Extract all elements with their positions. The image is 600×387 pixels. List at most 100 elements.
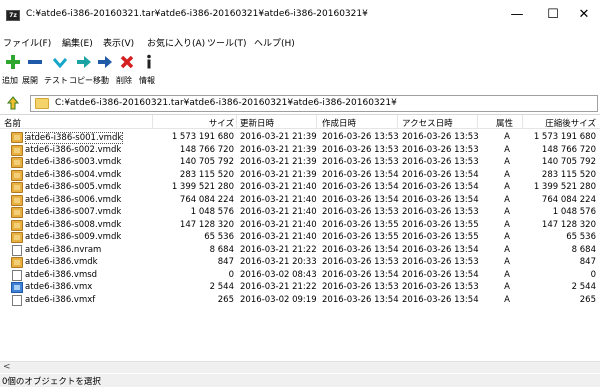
file-size: 147 128 320 — [179, 219, 234, 230]
info-label[interactable]: 情報 — [139, 75, 155, 86]
file-packed-size: 283 115 520 — [541, 169, 596, 180]
file-size: 1 048 576 — [190, 207, 234, 217]
file-created: 2016-03-26 13:53 — [322, 157, 399, 167]
file-row[interactable]: atde6-i386.vmx 2 544 2016-03-21 21:22 2016-… — [0, 281, 600, 294]
file-attributes: A — [504, 219, 510, 230]
minimize-button[interactable]: — — [497, 4, 537, 26]
delete-button[interactable] — [118, 54, 136, 70]
info-button[interactable] — [140, 54, 158, 70]
file-accessed: 2016-03-26 13:55 — [402, 232, 479, 242]
file-row[interactable]: atde6-i386-s005.vmdk 1 399 521 280 2016-03… — [0, 181, 600, 194]
add-button[interactable] — [4, 54, 22, 70]
file-created: 2016-03-26 13:53 — [322, 257, 399, 267]
blank-file-icon — [12, 244, 22, 256]
up-folder-icon[interactable] — [6, 96, 20, 110]
file-name: atde6-i386.vmsd — [25, 269, 98, 280]
file-modified: 2016-03-21 21:39 — [240, 169, 317, 180]
menu-edit[interactable]: 編集(E) — [62, 36, 93, 49]
file-packed-size: 8 684 — [571, 244, 596, 255]
vmx-config-file-icon — [11, 282, 23, 293]
file-accessed: 2016-03-26 13:55 — [402, 219, 479, 230]
close-button[interactable]: ✕ — [569, 4, 599, 26]
menu-view[interactable]: 表示(V) — [103, 36, 134, 49]
test-icon — [52, 58, 68, 69]
delete-label[interactable]: 削除 — [116, 75, 132, 86]
column-divider[interactable] — [397, 115, 398, 129]
maximize-button[interactable]: ☐ — [533, 4, 573, 26]
file-accessed: 2016-03-26 13:53 — [402, 132, 479, 142]
file-modified: 2016-03-21 21:22 — [240, 282, 317, 292]
file-accessed: 2016-03-26 13:54 — [402, 194, 479, 205]
file-row[interactable]: atde6-i386.vmsd 0 2016-03-02 08:43 2016-03-… — [0, 269, 600, 282]
menu-favorites[interactable]: お気に入り(A) — [147, 36, 205, 49]
menu-tools[interactable]: ツール(T) — [207, 36, 247, 49]
column-divider[interactable] — [152, 115, 153, 129]
file-size: 0 — [228, 269, 234, 280]
file-row[interactable]: atde6-i386.vmdk 847 2016-03-21 20:33 2016-0… — [0, 256, 600, 269]
menu-file[interactable]: ファイル(F) — [3, 36, 51, 49]
file-name: atde6-i386.nvram — [25, 244, 102, 255]
disk-image-file-icon — [11, 132, 23, 143]
path-field[interactable]: C:¥atde6-i386-20160321.tar¥atde6-i386-20… — [30, 95, 598, 112]
column-header-created[interactable]: 作成日時 — [322, 117, 356, 129]
file-created: 2016-03-26 13:54 — [322, 194, 399, 205]
test-label[interactable]: テスト — [44, 75, 68, 86]
file-list[interactable]: 名前 サイズ 更新日時 作成日時 アクセス日時 属性 圧縮後サイズ atde6-… — [0, 114, 600, 360]
file-packed-size: 1 573 191 680 — [533, 132, 596, 142]
file-row[interactable]: atde6-i386-s006.vmdk 764 084 224 2016-03-2… — [0, 194, 600, 207]
file-created: 2016-03-26 13:54 — [322, 169, 399, 180]
file-modified: 2016-03-21 21:22 — [240, 244, 317, 255]
move-button[interactable] — [96, 54, 114, 70]
file-modified: 2016-03-21 21:40 — [240, 219, 317, 230]
column-divider[interactable] — [316, 115, 317, 129]
window-title: C:¥atde6-i386-20160321.tar¥atde6-i386-20… — [26, 9, 368, 19]
extract-button[interactable] — [26, 54, 44, 70]
file-row[interactable]: atde6-i386-s001.vmdk 1 573 191 680 2016-03… — [0, 131, 600, 144]
7zip-app-icon[interactable] — [6, 10, 20, 21]
copy-icon — [77, 56, 91, 68]
path-text[interactable]: C:¥atde6-i386-20160321.tar¥atde6-i386-20… — [55, 98, 397, 108]
column-divider[interactable] — [236, 115, 237, 129]
file-name: atde6-i386-s001.vmdk — [25, 132, 124, 144]
column-header-accessed[interactable]: アクセス日時 — [402, 117, 453, 129]
file-row[interactable]: atde6-i386-s008.vmdk 147 128 320 2016-03-2… — [0, 219, 600, 232]
scroll-left-arrow[interactable]: < — [3, 362, 11, 372]
disk-image-file-icon — [11, 169, 23, 181]
file-row[interactable]: atde6-i386-s007.vmdk 1 048 576 2016-03-21 … — [0, 206, 600, 219]
extract-label[interactable]: 展開 — [22, 75, 38, 86]
copy-label[interactable]: コピー — [69, 75, 93, 86]
column-header-packed-size[interactable]: 圧縮後サイズ — [524, 117, 596, 129]
file-modified: 2016-03-21 21:39 — [240, 144, 317, 155]
file-row[interactable]: atde6-i386.vmxf 265 2016-03-02 09:19 2016-0… — [0, 294, 600, 307]
column-divider[interactable] — [522, 115, 523, 129]
column-divider[interactable] — [477, 115, 478, 129]
file-row[interactable]: atde6-i386-s004.vmdk 283 115 520 2016-03-2… — [0, 169, 600, 182]
file-modified: 2016-03-02 09:19 — [240, 294, 317, 305]
add-icon — [6, 55, 20, 69]
column-header-attributes[interactable]: 属性 — [496, 117, 513, 129]
file-packed-size: 1 399 521 280 — [533, 182, 596, 192]
disk-image-file-icon — [11, 182, 23, 193]
file-name: atde6-i386-s006.vmdk — [25, 194, 122, 205]
copy-button[interactable] — [75, 54, 93, 70]
menu-help[interactable]: ヘルプ(H) — [254, 36, 295, 49]
column-header-size[interactable]: サイズ — [160, 117, 234, 129]
test-button[interactable] — [51, 54, 69, 70]
toolbar: 追加 展開 テスト コピー 移動 削除 情報 — [0, 54, 600, 90]
file-attributes: A — [504, 232, 510, 242]
file-row[interactable]: atde6-i386-s002.vmdk 148 766 720 2016-03-2… — [0, 144, 600, 157]
file-modified: 2016-03-21 20:33 — [240, 257, 317, 267]
file-row[interactable]: atde6-i386-s009.vmdk 65 536 2016-03-21 21:… — [0, 231, 600, 244]
disk-image-file-icon — [11, 257, 23, 268]
move-label[interactable]: 移動 — [93, 75, 109, 86]
file-size: 764 084 224 — [179, 194, 234, 205]
column-header-modified[interactable]: 更新日時 — [240, 117, 274, 129]
file-created: 2016-03-26 13:55 — [322, 232, 399, 242]
blank-file-icon — [12, 269, 22, 281]
file-row[interactable]: atde6-i386.nvram 8 684 2016-03-21 21:22 201… — [0, 244, 600, 257]
add-label[interactable]: 追加 — [2, 75, 18, 86]
column-header-name[interactable]: 名前 — [4, 117, 21, 129]
horizontal-scrollbar[interactable]: < — [0, 361, 600, 373]
file-row[interactable]: atde6-i386-s003.vmdk 140 705 792 2016-03-2… — [0, 156, 600, 169]
file-size: 148 766 720 — [179, 144, 234, 155]
